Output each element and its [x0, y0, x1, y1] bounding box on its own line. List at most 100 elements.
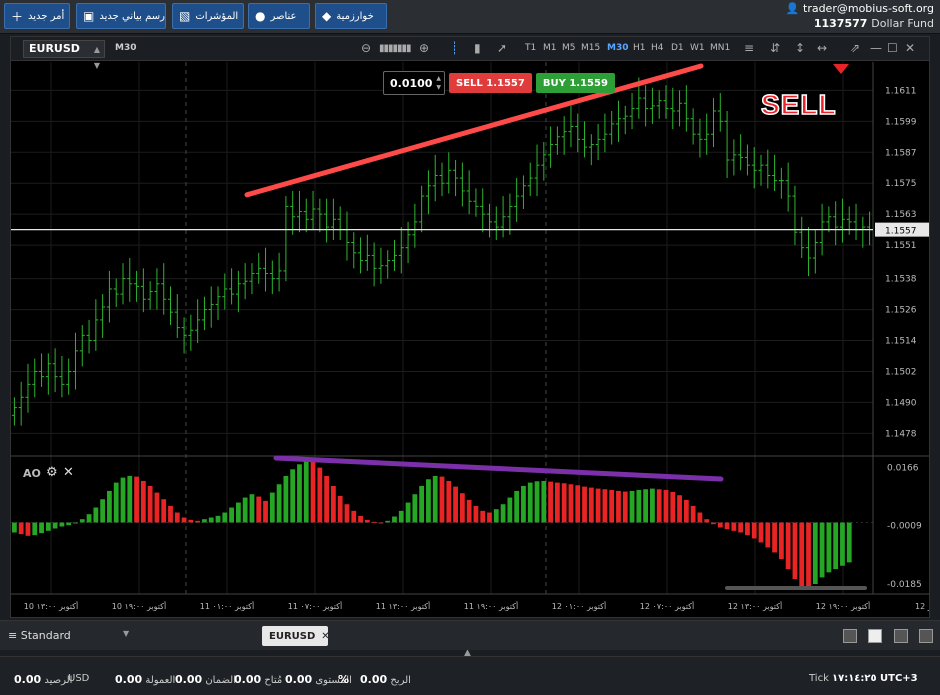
ao-bar: [39, 522, 44, 534]
zoom-slider[interactable]: ▮▮▮▮▮▮▮: [379, 43, 412, 54]
vertical-fit-icon[interactable]: ↕: [795, 41, 805, 55]
ao-bar: [86, 514, 92, 523]
level-percent: %: [338, 673, 350, 686]
sell-button[interactable]: SELL 1.1557: [449, 73, 532, 93]
ao-bar: [588, 487, 594, 523]
zoom-in-icon[interactable]: ⊕: [419, 41, 429, 55]
close-icon[interactable]: ✕: [321, 631, 329, 642]
ao-bar: [276, 484, 282, 523]
balance-value: 0.00: [14, 673, 42, 686]
tf-m15[interactable]: M15: [581, 43, 600, 53]
time-tick-label: 12 أكتوبر ١٩:٠٠: [816, 601, 870, 611]
free-label: مُتاح: [264, 675, 283, 686]
price-tick-label: 1.1538: [885, 275, 917, 285]
price-tick-label: 1.1575: [885, 179, 917, 189]
new-chart-button[interactable]: ▣ رسم بياني جديد: [76, 3, 166, 29]
tab-eurusd[interactable]: EURUSD ✕: [262, 626, 330, 646]
tf-t1[interactable]: T1: [525, 43, 536, 53]
account-fund: Dollar Fund: [871, 17, 934, 30]
tf-mn1[interactable]: MN1: [710, 43, 730, 53]
ao-bar: [582, 486, 587, 523]
chart-header: EURUSD ▲ ▼ M30 ⊖ ▮▮▮▮▮▮▮ ⊕ ┊ ▮ ➚ T1 M1 M5…: [11, 37, 929, 70]
scale-icon[interactable]: ⇵: [770, 41, 780, 55]
ao-bar: [18, 522, 24, 535]
ao-bar: [561, 483, 567, 523]
ao-tick-label: 0.0166: [887, 463, 919, 473]
layout-select[interactable]: ≡ Standard ▼: [8, 629, 129, 642]
ao-bar: [541, 480, 547, 523]
ao-bar: [704, 519, 710, 523]
tf-h4[interactable]: H4: [651, 43, 664, 53]
ao-bar: [249, 494, 255, 523]
tf-h1[interactable]: H1: [633, 43, 646, 53]
horizontal-fit-icon[interactable]: ↔: [817, 41, 827, 55]
indicators-button[interactable]: ▧ المؤشرات: [172, 3, 244, 29]
tf-m5[interactable]: M5: [562, 43, 576, 53]
ao-bar: [242, 497, 248, 523]
lot-size-input[interactable]: 0.0100 ▲ ▼: [383, 71, 445, 95]
timezone[interactable]: UTC+3: [880, 673, 918, 684]
line-chart-icon[interactable]: ➚: [497, 41, 507, 55]
margin-value: 0.00: [175, 673, 203, 686]
gear-icon[interactable]: ⚙: [46, 465, 58, 480]
ao-bar: [59, 522, 65, 527]
account-info[interactable]: 👤 trader@mobius-soft.org 1137577 Dollar …: [786, 1, 934, 31]
ao-bar: [317, 467, 323, 523]
new-order-button[interactable]: ＋ أمر جديد: [4, 3, 70, 29]
time-tick-label: 11 أكتوبر ١٩:٠٠: [464, 601, 518, 611]
buy-button[interactable]: BUY 1.1559: [535, 73, 615, 93]
ao-bar: [568, 484, 574, 523]
candle-chart-icon[interactable]: ▮: [474, 41, 481, 55]
ao-bar: [120, 477, 126, 523]
price-tick-label: 1.1611: [885, 86, 917, 96]
ao-bar: [785, 522, 791, 570]
close-icon[interactable]: ✕: [905, 41, 915, 55]
tf-m1[interactable]: M1: [543, 43, 557, 53]
tf-w1[interactable]: W1: [690, 43, 705, 53]
ao-bar: [202, 519, 207, 523]
ao-bar: [595, 488, 601, 523]
ao-bar: [398, 510, 404, 523]
layout-columns-icon[interactable]: [894, 629, 908, 643]
price-tick-label: 1.1478: [885, 429, 917, 439]
ao-bar: [616, 490, 621, 523]
algorithm-icon: ◆: [322, 9, 332, 23]
profit-value: 0.00: [360, 673, 388, 686]
tf-m30[interactable]: M30: [607, 43, 628, 53]
objects-button[interactable]: ● عناصر: [248, 3, 310, 29]
ao-bar: [778, 522, 784, 560]
bar-chart-icon[interactable]: ┊: [451, 41, 458, 55]
time-tick-label: 11 أكتوبر ٠٧:٠٠: [288, 601, 342, 611]
ao-bar: [663, 489, 669, 523]
price-chart[interactable]: 1.1611 1.1599 1.1587 1.1575 1.1563 1.1551 1.15…: [11, 62, 929, 617]
ao-bar: [609, 489, 615, 523]
ao-bar: [269, 492, 275, 523]
symbol-select[interactable]: EURUSD ▲ ▼: [23, 40, 105, 70]
minimize-icon[interactable]: —: [870, 41, 882, 55]
ao-bar: [656, 489, 662, 523]
ao-bar: [758, 522, 764, 543]
maximize-icon[interactable]: ☐: [887, 41, 898, 55]
price-tick-label: 1.1599: [885, 117, 917, 127]
layout-single-icon[interactable]: [843, 629, 857, 643]
close-icon[interactable]: ✕: [63, 465, 74, 480]
tf-d1[interactable]: D1: [671, 43, 684, 53]
commission-status: 0.00 العمولة: [115, 673, 175, 686]
layout-rows-icon[interactable]: [919, 629, 933, 643]
layout-grid-icon[interactable]: [868, 629, 882, 643]
spin-icon[interactable]: ▲ ▼: [436, 74, 441, 92]
ao-bar: [310, 461, 316, 523]
zoom-out-icon[interactable]: ⊖: [361, 41, 371, 55]
balance-status: 0.00 الرصيد: [14, 673, 72, 686]
price-tick-label: 1.1587: [885, 148, 917, 158]
ao-bar: [412, 494, 418, 523]
ao-bar: [534, 481, 540, 523]
algorithm-button[interactable]: ◆ خوارزمية: [315, 3, 387, 29]
ao-bar: [826, 522, 832, 573]
margin-label: الضمان: [205, 675, 236, 686]
level-value: %: [338, 673, 349, 686]
user-icon: 👤: [785, 2, 800, 15]
indicator-list-icon[interactable]: ≡: [744, 41, 754, 55]
detach-icon[interactable]: ⇗: [850, 41, 860, 55]
ao-bar: [364, 519, 370, 523]
